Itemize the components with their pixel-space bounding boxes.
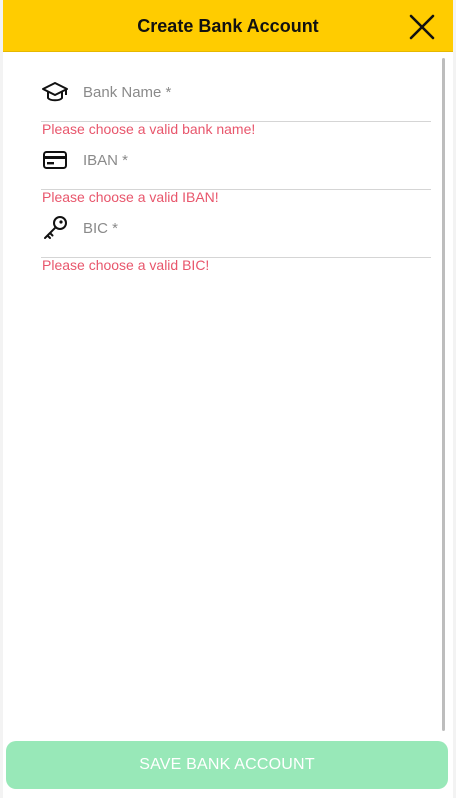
bank-name-field (41, 56, 431, 122)
iban-input[interactable] (83, 146, 429, 174)
scrollbar[interactable] (442, 58, 445, 731)
close-button[interactable] (407, 13, 437, 41)
save-bank-account-button[interactable]: SAVE BANK ACCOUNT (6, 741, 448, 789)
graduation-cap-icon (41, 78, 69, 106)
dialog-header: Create Bank Account (3, 0, 453, 52)
bank-name-input[interactable] (83, 78, 429, 106)
credit-card-icon (41, 146, 69, 174)
dialog-content: Please choose a valid bank name! Please … (3, 53, 453, 733)
iban-field (41, 124, 431, 190)
dialog-title: Create Bank Account (137, 16, 319, 36)
bic-field (41, 192, 431, 258)
create-bank-account-dialog: Create Bank Account Please choose a vali… (3, 0, 453, 798)
key-icon (41, 214, 69, 242)
bic-error: Please choose a valid BIC! (42, 257, 210, 273)
close-icon (409, 14, 435, 40)
bic-input[interactable] (83, 214, 429, 242)
